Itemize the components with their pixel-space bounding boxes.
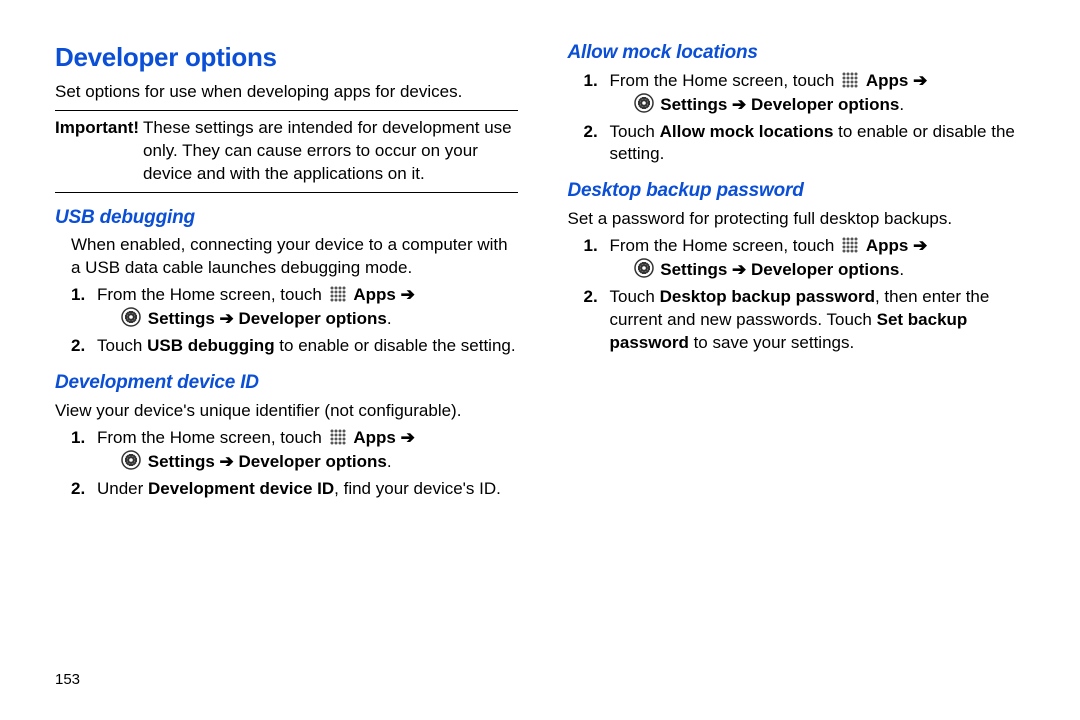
settings-label: Settings xyxy=(148,452,215,471)
arrow-icon: ➔ xyxy=(220,309,234,328)
step-text: From the Home screen, touch xyxy=(610,236,840,255)
period: . xyxy=(899,95,904,114)
apps-icon xyxy=(329,428,347,446)
gear-icon xyxy=(634,258,654,278)
usb-step-1: From the Home screen, touch Apps ➔ Setti… xyxy=(71,284,518,331)
usb-steps: From the Home screen, touch Apps ➔ Setti… xyxy=(71,284,518,358)
usb-debugging-heading: USB debugging xyxy=(55,205,518,231)
period: . xyxy=(387,309,392,328)
settings-label: Settings xyxy=(660,95,727,114)
arrow-icon: ➔ xyxy=(220,452,234,471)
important-label: Important! xyxy=(55,117,139,186)
important-note: Important! These settings are intended f… xyxy=(55,117,518,186)
step-text: From the Home screen, touch xyxy=(97,285,327,304)
step2-bold: USB debugging xyxy=(147,336,274,355)
backup-step-2: Touch Desktop backup password, then ente… xyxy=(584,286,1031,355)
apps-icon xyxy=(841,236,859,254)
arrow-icon: ➔ xyxy=(732,95,746,114)
usb-desc: When enabled, connecting your device to … xyxy=(71,234,518,280)
arrow-icon: ➔ xyxy=(401,285,415,304)
apps-label: Apps xyxy=(866,71,909,90)
backup-steps: From the Home screen, touch Apps ➔ Setti… xyxy=(584,235,1031,355)
step2-b: , find your device's ID. xyxy=(334,479,501,498)
devid-desc: View your device's unique identifier (no… xyxy=(55,400,518,423)
apps-label: Apps xyxy=(353,428,396,447)
arrow-icon: ➔ xyxy=(913,236,927,255)
devid-steps: From the Home screen, touch Apps ➔ Setti… xyxy=(71,427,518,501)
divider-bottom xyxy=(55,192,518,193)
arrow-icon: ➔ xyxy=(401,428,415,447)
dev-options-label: Developer options xyxy=(751,260,899,279)
page-number: 153 xyxy=(55,670,80,690)
mock-step-1: From the Home screen, touch Apps ➔ Setti… xyxy=(584,70,1031,117)
period: . xyxy=(387,452,392,471)
s2end: to save your settings. xyxy=(689,333,854,352)
s2a: Touch xyxy=(610,287,660,306)
usb-step-2: Touch USB debugging to enable or disable… xyxy=(71,335,518,358)
gear-icon xyxy=(121,307,141,327)
intro-text: Set options for use when developing apps… xyxy=(55,81,518,104)
devid-step-2: Under Development device ID, find your d… xyxy=(71,478,518,501)
step2-a: Touch xyxy=(610,122,660,141)
dev-options-label: Developer options xyxy=(239,309,387,328)
main-heading: Developer options xyxy=(55,40,518,75)
dev-id-heading: Development device ID xyxy=(55,370,518,396)
devid-step-1: From the Home screen, touch Apps ➔ Setti… xyxy=(71,427,518,474)
divider-top xyxy=(55,110,518,111)
left-column: Developer options Set options for use wh… xyxy=(55,40,518,505)
important-text: These settings are intended for developm… xyxy=(143,117,517,186)
mock-heading: Allow mock locations xyxy=(568,40,1031,66)
step2-a: Touch xyxy=(97,336,147,355)
s2b1: Desktop backup password xyxy=(660,287,875,306)
backup-step-1: From the Home screen, touch Apps ➔ Setti… xyxy=(584,235,1031,282)
step-text: From the Home screen, touch xyxy=(610,71,840,90)
step2-bold: Allow mock locations xyxy=(660,122,834,141)
apps-label: Apps xyxy=(353,285,396,304)
dev-options-label: Developer options xyxy=(239,452,387,471)
step2-a: Under xyxy=(97,479,148,498)
step2-b: to enable or disable the setting. xyxy=(275,336,516,355)
gear-icon xyxy=(121,450,141,470)
gear-icon xyxy=(634,93,654,113)
period: . xyxy=(899,260,904,279)
arrow-icon: ➔ xyxy=(913,71,927,90)
arrow-icon: ➔ xyxy=(732,260,746,279)
apps-icon xyxy=(841,71,859,89)
backup-heading: Desktop backup password xyxy=(568,178,1031,204)
mock-step-2: Touch Allow mock locations to enable or … xyxy=(584,121,1031,167)
step2-bold: Development device ID xyxy=(148,479,334,498)
apps-label: Apps xyxy=(866,236,909,255)
settings-label: Settings xyxy=(660,260,727,279)
settings-label: Settings xyxy=(148,309,215,328)
right-column: Allow mock locations From the Home scree… xyxy=(568,40,1031,505)
mock-steps: From the Home screen, touch Apps ➔ Setti… xyxy=(584,70,1031,167)
dev-options-label: Developer options xyxy=(751,95,899,114)
backup-desc: Set a password for protecting full deskt… xyxy=(568,208,1031,231)
apps-icon xyxy=(329,285,347,303)
step-text: From the Home screen, touch xyxy=(97,428,327,447)
